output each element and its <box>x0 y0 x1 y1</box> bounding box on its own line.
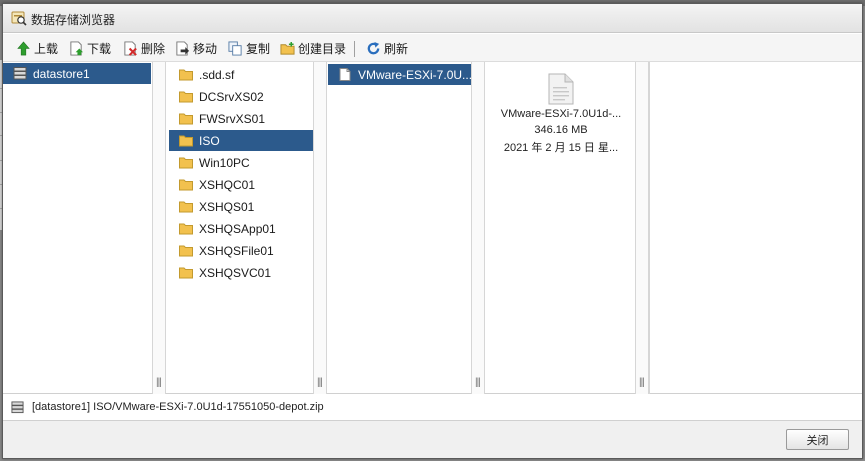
download-icon <box>70 40 84 56</box>
status-bar: [datastore1] ISO/VMware-ESXi-7.0U1d-1755… <box>3 395 862 419</box>
column-resize-handle[interactable]: ||| <box>471 62 485 394</box>
folder-item[interactable]: XSHQSApp01 <box>169 218 313 239</box>
datastore-icon <box>13 67 27 80</box>
folder-item[interactable]: .sdd.sf <box>169 64 313 85</box>
browser-columns: datastore1 ||| .sdd.sf DCSrvXS02 FWSrvXS… <box>3 62 862 394</box>
folder-name: FWSrvXS01 <box>199 111 266 126</box>
upload-button[interactable]: 上载 <box>16 40 58 56</box>
move-label: 移动 <box>193 41 218 56</box>
dialog-title: 数据存储浏览器 <box>31 13 116 27</box>
folder-name: XSHQSApp01 <box>199 221 276 236</box>
folder-icon <box>179 179 193 191</box>
folder-item[interactable]: FWSrvXS01 <box>169 108 313 129</box>
create-folder-label: 创建目录 <box>298 41 347 56</box>
folder-icon <box>179 135 193 147</box>
datastore-browser-icon <box>11 11 27 26</box>
copy-button[interactable]: 复制 <box>228 40 270 56</box>
folder-name: .sdd.sf <box>199 67 235 82</box>
folder-name: DCSrvXS02 <box>199 89 264 104</box>
folder-icon <box>179 223 193 235</box>
delete-label: 删除 <box>141 41 166 56</box>
title-bar: 数据存储浏览器 <box>3 4 862 33</box>
datastore-column: datastore1 <box>3 62 151 394</box>
copy-icon <box>228 40 242 56</box>
folder-icon <box>179 91 193 103</box>
preview-file-size: 346.16 MB <box>534 124 588 136</box>
column-resize-handle[interactable]: ||| <box>635 62 649 394</box>
toolbar: 上载 下载 删除 移动 复制 创建目录 刷新 <box>3 34 862 62</box>
copy-label: 复制 <box>246 41 271 56</box>
folder-icon <box>179 267 193 279</box>
delete-icon <box>124 40 137 56</box>
folder-item[interactable]: XSHQSVC01 <box>169 262 313 283</box>
folder-icon <box>179 69 193 81</box>
folder-icon <box>179 157 193 169</box>
refresh-label: 刷新 <box>384 41 409 56</box>
delete-button[interactable]: 删除 <box>123 40 165 56</box>
folder-name: XSHQS01 <box>199 199 255 214</box>
folder-item[interactable]: Win10PC <box>169 152 313 173</box>
datastore-name: datastore1 <box>33 66 90 81</box>
close-button[interactable]: 关闭 <box>786 429 849 450</box>
folder-item-selected[interactable]: ISO <box>169 130 313 151</box>
folder-item[interactable]: XSHQC01 <box>169 174 313 195</box>
file-name: VMware-ESXi-7.0U... <box>358 67 471 82</box>
download-button[interactable]: 下载 <box>69 40 111 56</box>
download-label: 下载 <box>87 41 112 56</box>
file-preview-icon <box>548 73 574 105</box>
folder-icon <box>179 245 193 257</box>
folder-item[interactable]: DCSrvXS02 <box>169 86 313 107</box>
column-resize-handle[interactable]: ||| <box>313 62 327 394</box>
folder-name: XSHQC01 <box>199 177 256 192</box>
preview-file-name: VMware-ESXi-7.0U1d-... <box>500 108 622 120</box>
folder-name: Win10PC <box>199 155 250 170</box>
refresh-button[interactable]: 刷新 <box>366 40 408 56</box>
folder-item[interactable]: XSHQS01 <box>169 196 313 217</box>
datastore-browser-dialog: 数据存储浏览器 上载 下载 删除 移动 复制 创建目录 刷新 datastore… <box>2 3 863 459</box>
folder-name: XSHQSFile01 <box>199 243 274 258</box>
move-button[interactable]: 移动 <box>175 40 217 56</box>
column-resize-handle[interactable]: ||| <box>152 62 166 394</box>
upload-arrow-icon <box>17 41 30 55</box>
folder-name: ISO <box>199 133 220 148</box>
datastore-item[interactable]: datastore1 <box>3 63 151 84</box>
folder-icon <box>179 201 193 213</box>
folder-icon <box>179 113 193 125</box>
toolbar-separator <box>354 41 355 57</box>
file-item-selected[interactable]: VMware-ESXi-7.0U... <box>328 64 471 85</box>
preview-file-date: 2021 年 2 月 15 日 星... <box>503 142 619 154</box>
datastore-icon <box>11 400 24 413</box>
file-icon <box>339 68 351 81</box>
create-folder-button[interactable]: 创建目录 <box>280 40 346 56</box>
move-icon <box>176 40 190 56</box>
file-preview-pane: VMware-ESXi-7.0U1d-... 346.16 MB 2021 年 … <box>487 62 635 394</box>
upload-label: 上载 <box>34 41 59 56</box>
folder-item[interactable]: XSHQSFile01 <box>169 240 313 261</box>
refresh-icon <box>367 41 380 54</box>
folder-name: XSHQSVC01 <box>199 265 272 280</box>
dialog-footer: 关闭 <box>3 420 862 458</box>
folder-column: .sdd.sf DCSrvXS02 FWSrvXS01 ISO Win10PC … <box>169 62 313 394</box>
selected-path: [datastore1] ISO/VMware-ESXi-7.0U1d-1755… <box>32 401 324 413</box>
empty-column-divider <box>649 62 650 394</box>
file-column: VMware-ESXi-7.0U... <box>328 62 471 394</box>
new-folder-icon <box>280 41 295 55</box>
